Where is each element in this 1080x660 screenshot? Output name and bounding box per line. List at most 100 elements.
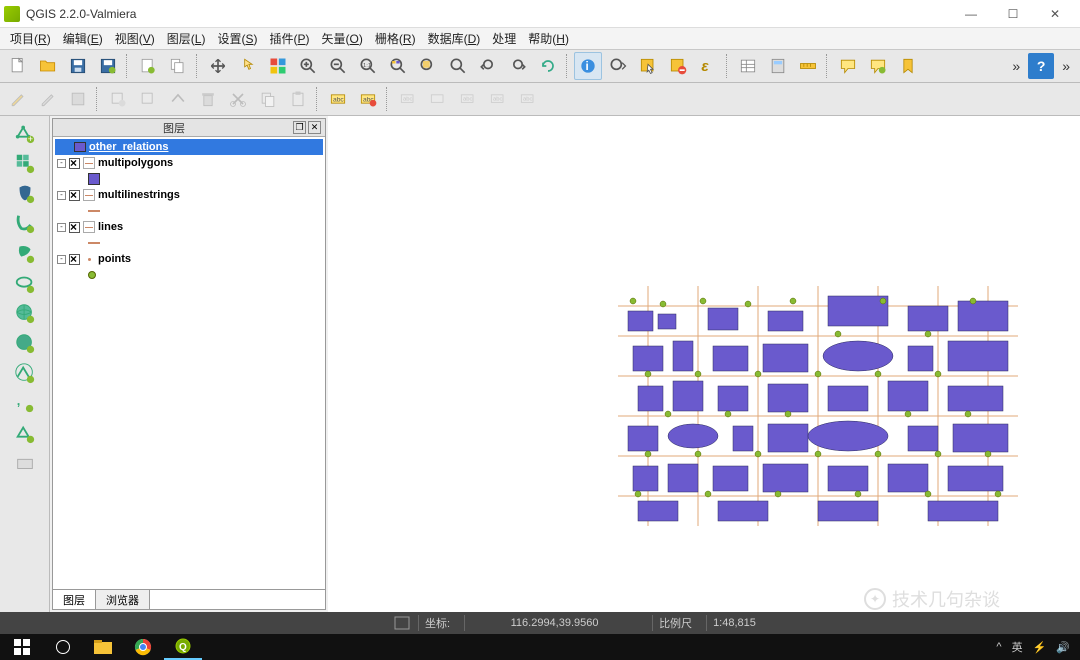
menu-plugins[interactable]: 插件(P) xyxy=(263,28,315,49)
add-mssql-button[interactable] xyxy=(10,240,40,266)
add-wcs-button[interactable] xyxy=(10,330,40,356)
new-print-composer-button[interactable] xyxy=(134,52,162,80)
zoom-layer-button[interactable] xyxy=(444,52,472,80)
open-project-button[interactable] xyxy=(34,52,62,80)
tray-volume-icon[interactable]: 🔊 xyxy=(1056,641,1070,654)
menu-settings[interactable]: 设置(S) xyxy=(211,28,263,49)
menu-view[interactable]: 视图(V) xyxy=(109,28,161,49)
save-project-button[interactable] xyxy=(64,52,92,80)
tab-layers[interactable]: 图层 xyxy=(53,590,96,609)
add-delimited-button[interactable]: , xyxy=(10,390,40,416)
start-button[interactable] xyxy=(2,634,42,660)
copy-features-button[interactable] xyxy=(254,85,282,113)
delete-selected-button[interactable] xyxy=(194,85,222,113)
tray-lang[interactable]: 英 xyxy=(1012,639,1023,655)
collapse-icon[interactable]: - xyxy=(57,159,66,168)
layer-other-relations[interactable]: other_relations xyxy=(55,139,323,155)
scale-value[interactable]: 1:48,815 xyxy=(706,615,762,631)
panel-float-icon[interactable]: ❐ xyxy=(293,121,306,134)
panel-close-icon[interactable]: ✕ xyxy=(308,121,321,134)
maximize-button[interactable]: ☐ xyxy=(992,2,1034,26)
collapse-icon[interactable]: - xyxy=(57,255,66,264)
zoom-next-button[interactable] xyxy=(504,52,532,80)
layer-checkbox[interactable] xyxy=(69,254,80,265)
add-wms-button[interactable] xyxy=(10,300,40,326)
menu-layer[interactable]: 图层(L) xyxy=(161,28,212,49)
toggle-extents-icon[interactable] xyxy=(394,616,410,630)
tab-browser[interactable]: 浏览器 xyxy=(96,590,150,609)
zoom-out-button[interactable] xyxy=(324,52,352,80)
cortana-button[interactable] xyxy=(44,634,82,660)
select-features-button[interactable] xyxy=(634,52,662,80)
rotate-label-button[interactable]: abc xyxy=(484,85,512,113)
paste-features-button[interactable] xyxy=(284,85,312,113)
close-button[interactable]: ✕ xyxy=(1034,2,1076,26)
add-wfs-button[interactable] xyxy=(10,360,40,386)
new-shapefile-button[interactable] xyxy=(10,420,40,446)
change-label-button[interactable]: abc xyxy=(514,85,542,113)
pin-labels-button[interactable]: abc xyxy=(394,85,422,113)
toolbar-overflow-2[interactable]: » xyxy=(1056,58,1076,74)
annotation-button[interactable] xyxy=(864,52,892,80)
layer-tree[interactable]: other_relations - multipolygons - multil… xyxy=(53,137,325,589)
chrome-button[interactable] xyxy=(124,634,162,660)
add-postgis-button[interactable] xyxy=(10,180,40,206)
move-feature-button[interactable] xyxy=(134,85,162,113)
composer-manager-button[interactable] xyxy=(164,52,192,80)
show-labels-button[interactable] xyxy=(424,85,452,113)
measure-button[interactable] xyxy=(794,52,822,80)
explorer-button[interactable] xyxy=(84,634,122,660)
toolbar-overflow[interactable]: » xyxy=(1006,58,1026,74)
layer-multilinestrings[interactable]: - multilinestrings xyxy=(55,187,323,203)
refresh-button[interactable] xyxy=(534,52,562,80)
move-label-button[interactable]: abc xyxy=(454,85,482,113)
menu-database[interactable]: 数据库(D) xyxy=(422,28,487,49)
layer-lines[interactable]: - lines xyxy=(55,219,323,235)
toggle-editing-button[interactable] xyxy=(4,85,32,113)
zoom-full-button[interactable] xyxy=(384,52,412,80)
add-spatialite-button[interactable] xyxy=(10,210,40,236)
add-vector-button[interactable]: + xyxy=(10,120,40,146)
pan-button[interactable] xyxy=(204,52,232,80)
collapse-icon[interactable]: - xyxy=(57,191,66,200)
identify-button[interactable]: i xyxy=(574,52,602,80)
help-button[interactable]: ? xyxy=(1028,53,1054,79)
menu-raster[interactable]: 栅格(R) xyxy=(369,28,422,49)
zoom-selection-button[interactable] xyxy=(414,52,442,80)
minimize-button[interactable]: — xyxy=(950,2,992,26)
layer-checkbox[interactable] xyxy=(69,190,80,201)
layer-checkbox[interactable] xyxy=(69,158,80,169)
save-as-button[interactable] xyxy=(94,52,122,80)
map-tips-button[interactable] xyxy=(834,52,862,80)
add-oracle-button[interactable] xyxy=(10,270,40,296)
menu-vector[interactable]: 矢量(O) xyxy=(316,28,369,49)
layer-checkbox[interactable] xyxy=(69,222,80,233)
system-tray[interactable]: ^ 英 ⚡ 🔊 xyxy=(996,639,1078,655)
menu-help[interactable]: 帮助(H) xyxy=(522,28,575,49)
remove-layer-button[interactable] xyxy=(10,450,40,476)
add-feature-button[interactable] xyxy=(104,85,132,113)
current-edits-button[interactable] xyxy=(34,85,62,113)
tray-wifi-icon[interactable]: ⚡ xyxy=(1033,641,1047,654)
cut-features-button[interactable] xyxy=(224,85,252,113)
touch-zoom-button[interactable] xyxy=(264,52,292,80)
label-button[interactable]: abc xyxy=(324,85,352,113)
layer-points[interactable]: - points xyxy=(55,251,323,267)
zoom-native-button[interactable]: 1:1 xyxy=(354,52,382,80)
pan-to-selection-button[interactable] xyxy=(234,52,262,80)
menu-processing[interactable]: 处理 xyxy=(486,28,522,49)
map-canvas[interactable] xyxy=(328,116,1080,612)
tray-chevron-icon[interactable]: ^ xyxy=(996,641,1001,653)
label-settings-button[interactable]: abc xyxy=(354,85,382,113)
new-project-button[interactable] xyxy=(4,52,32,80)
layer-multipolygons[interactable]: - multipolygons xyxy=(55,155,323,171)
qgis-task-button[interactable]: Q xyxy=(164,634,202,660)
panel-header[interactable]: 图层 ❐ ✕ xyxy=(53,119,325,137)
menu-edit[interactable]: 编辑(E) xyxy=(57,28,109,49)
open-table-button[interactable] xyxy=(734,52,762,80)
add-raster-button[interactable] xyxy=(10,150,40,176)
select-button[interactable] xyxy=(604,52,632,80)
node-tool-button[interactable] xyxy=(164,85,192,113)
menu-project[interactable]: 项目(R) xyxy=(4,28,57,49)
field-calculator-button[interactable] xyxy=(764,52,792,80)
